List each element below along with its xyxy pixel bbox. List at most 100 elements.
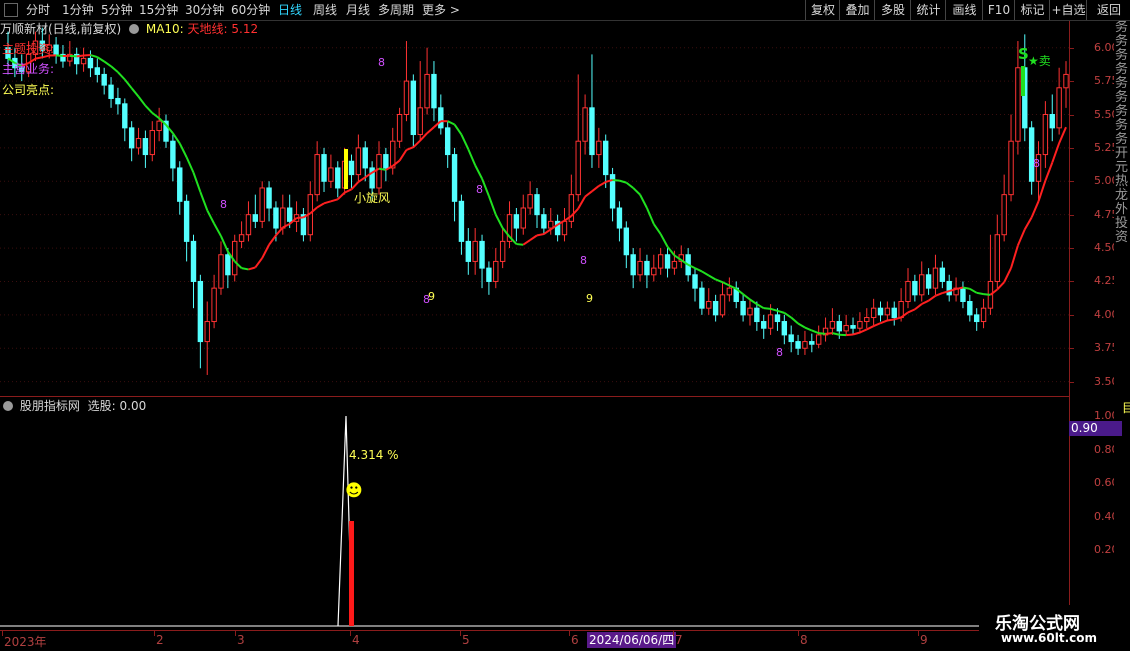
candle-body	[652, 268, 656, 275]
toolbar-btn-1[interactable]: 叠加	[839, 0, 875, 20]
date-label: 5	[462, 633, 470, 647]
candle-body	[418, 108, 422, 135]
toolbar-btn-8[interactable]: 返回	[1086, 0, 1130, 20]
candle-body	[246, 215, 250, 235]
ma-line-segment	[537, 234, 544, 235]
price-tick-mark	[1070, 348, 1074, 349]
date-label: 7	[675, 633, 683, 647]
tab-4[interactable]: 30分钟	[185, 2, 224, 18]
price-tick-mark	[1070, 148, 1074, 149]
ma-line-segment	[262, 245, 269, 258]
ma-line-segment	[771, 309, 778, 311]
toolbar-menu-icon[interactable]	[4, 3, 18, 17]
candle-body	[782, 322, 786, 335]
toolbar-btn-5[interactable]: F10	[982, 0, 1015, 20]
candle-body	[645, 261, 649, 274]
tab-5[interactable]: 60分钟	[231, 2, 270, 18]
ma-line-segment	[922, 301, 929, 304]
tab-3[interactable]: 15分钟	[139, 2, 178, 18]
toolbar-btn-2[interactable]: 多股	[874, 0, 911, 20]
candle-body	[384, 155, 388, 168]
candle-body	[1002, 195, 1006, 235]
ma-line-segment	[613, 180, 620, 181]
smiley-icon: ☻	[345, 481, 363, 501]
date-tick	[350, 631, 351, 636]
indicator-chart[interactable]	[0, 414, 1069, 630]
candle-body	[514, 215, 518, 228]
ma-line-segment	[544, 229, 551, 234]
date-label: 8	[800, 633, 808, 647]
panel-divider[interactable]	[0, 396, 1069, 397]
candle-body	[624, 228, 628, 255]
date-tick	[798, 631, 799, 636]
tab-2[interactable]: 5分钟	[101, 2, 133, 18]
candle-body	[109, 85, 113, 98]
candle-body	[940, 268, 944, 281]
toolbar-btn-4[interactable]: 画线	[945, 0, 983, 20]
ma-line-segment	[152, 113, 159, 118]
toolbar-btn-7[interactable]: +自选	[1049, 0, 1087, 20]
candle-body	[287, 208, 291, 221]
candle-body	[906, 281, 910, 301]
price-tick-mark	[1070, 248, 1074, 249]
ma-line-segment	[853, 332, 860, 334]
ma-line-segment	[633, 188, 640, 195]
ma-line-segment	[578, 197, 585, 209]
ma-line-segment	[324, 201, 331, 203]
candle-body	[892, 308, 896, 317]
ma-line-segment	[908, 309, 915, 312]
ma-line-segment	[1025, 217, 1032, 229]
ma-line-segment	[915, 304, 922, 309]
candlestick-chart[interactable]: 888888899	[0, 21, 1069, 395]
candle-body	[411, 81, 415, 134]
ma-line-segment	[77, 55, 84, 56]
site-watermark: 乐淘公式网 www.60lt.com	[979, 605, 1130, 650]
candle-body	[789, 335, 793, 342]
ma-line-segment	[592, 186, 599, 191]
toolbar-btn-0[interactable]: 复权	[805, 0, 840, 20]
tab-6[interactable]: 日线	[278, 2, 302, 18]
ma-line-segment	[70, 56, 77, 57]
ma-line-segment	[255, 258, 262, 267]
candle-body	[617, 208, 621, 228]
ma-line-segment	[867, 326, 874, 329]
candle-body	[1016, 68, 1020, 141]
tab-8[interactable]: 月线	[346, 2, 370, 18]
sub-side-char: 目	[1122, 399, 1130, 416]
ma-line-segment	[400, 150, 407, 161]
ma-line-segment	[798, 324, 805, 328]
tab-10[interactable]: 更多 >	[422, 2, 460, 18]
price-tick-mark	[1070, 81, 1074, 82]
indicator-settings-icon[interactable]	[3, 401, 13, 411]
tab-7[interactable]: 周线	[313, 2, 337, 18]
tab-0[interactable]: 分时	[26, 2, 50, 18]
candle-body	[604, 141, 608, 174]
toolbar-btn-6[interactable]: 标记	[1014, 0, 1050, 20]
candle-body	[865, 318, 869, 322]
sequence-marker: 8	[220, 198, 227, 211]
candle-body	[466, 241, 470, 261]
candle-body	[377, 155, 381, 188]
sequence-marker: 8	[1033, 157, 1040, 170]
candle-body	[1009, 141, 1013, 194]
candle-body	[727, 288, 731, 295]
candle-body	[212, 288, 216, 321]
tab-9[interactable]: 多周期	[378, 2, 414, 18]
toolbar-btn-3[interactable]: 统计	[910, 0, 946, 20]
candle-body	[184, 201, 188, 241]
candle-body	[397, 115, 401, 142]
candle-body	[693, 275, 697, 288]
ma-line-segment	[846, 334, 853, 335]
whirlwind-bar	[344, 149, 348, 189]
candle-body	[1057, 88, 1061, 128]
ma-line-segment	[722, 282, 729, 285]
date-tick	[2, 631, 3, 636]
indicator-title[interactable]: 股朋指标网	[20, 399, 80, 413]
sequence-marker: 9	[586, 292, 593, 305]
candle-body	[590, 108, 594, 155]
tab-1[interactable]: 1分钟	[62, 2, 94, 18]
date-label: 9	[920, 633, 928, 647]
ma-line-segment	[276, 227, 283, 235]
watermark-url: www.60lt.com	[1001, 631, 1097, 645]
candle-body	[274, 208, 278, 228]
